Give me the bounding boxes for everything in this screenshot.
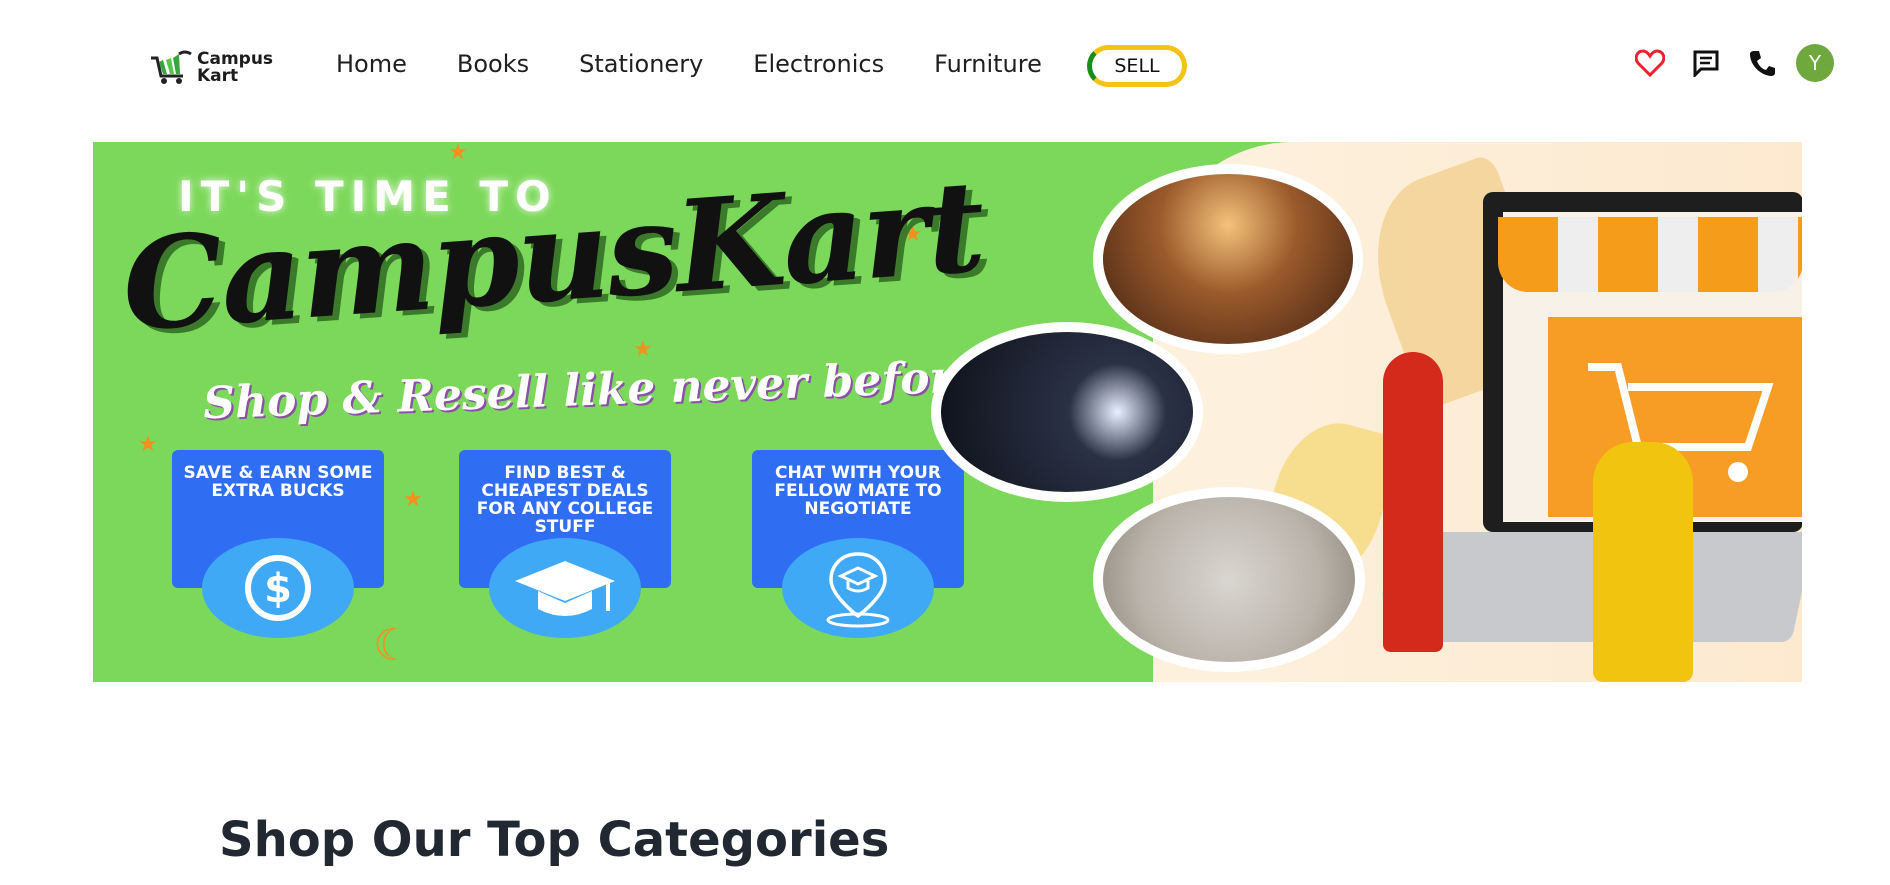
user-avatar[interactable]: Y [1796,44,1834,82]
star-decoration: ★ [403,487,423,512]
logo[interactable]: Campus Kart [149,48,279,88]
graduation-cap-icon [515,561,615,616]
logo-line2: Kart [197,66,239,86]
nav-link-furniture[interactable]: Furniture [934,50,1042,78]
feature-circle-deals [489,538,641,638]
wishlist-button[interactable] [1632,45,1668,81]
nav-link-home[interactable]: Home [336,50,407,78]
shop-awning-illustration [1498,217,1802,292]
categories-title: Shop Our Top Categories [219,812,890,868]
books-photo [1093,164,1363,354]
dollar-icon: $ [245,555,311,621]
student-laptop-photo [931,322,1203,502]
contact-button[interactable] [1744,45,1780,81]
nav-link-electronics[interactable]: Electronics [753,50,884,78]
feature-circle-save: $ [202,538,354,638]
logo-text: Campus Kart [197,51,273,85]
chat-icon [1693,50,1719,77]
messages-button[interactable] [1688,45,1724,81]
nav-links: Home Books Stationery Electronics Furnit… [336,50,1092,78]
shopper-man-illustration [1593,442,1693,682]
shopper-woman-illustration [1383,352,1443,652]
moon-decoration: ☾ [373,620,413,671]
hero-banner[interactable]: ★ ★ ★ ★ ★ ☾ IT'S TIME TO CampusKart Shop… [93,142,1802,682]
feature-circle-chat [782,538,934,638]
svg-text:$: $ [264,566,292,612]
nav-icons: Y [1632,44,1834,82]
sell-button[interactable]: SELL [1087,45,1187,87]
heart-icon [1635,49,1665,77]
navbar: Campus Kart Home Books Stationery Electr… [0,0,1890,130]
star-decoration: ★ [633,337,653,362]
nav-link-stationery[interactable]: Stationery [579,50,703,78]
star-decoration: ★ [138,432,158,457]
star-decoration: ★ [448,142,468,165]
banner-tagline: Shop & Resell like never before... [202,349,1028,430]
nav-link-books[interactable]: Books [457,50,529,78]
study-desk-photo [1093,487,1365,672]
cart-logo-icon [151,50,192,84]
phone-icon [1750,51,1775,76]
location-cap-icon [826,552,890,628]
